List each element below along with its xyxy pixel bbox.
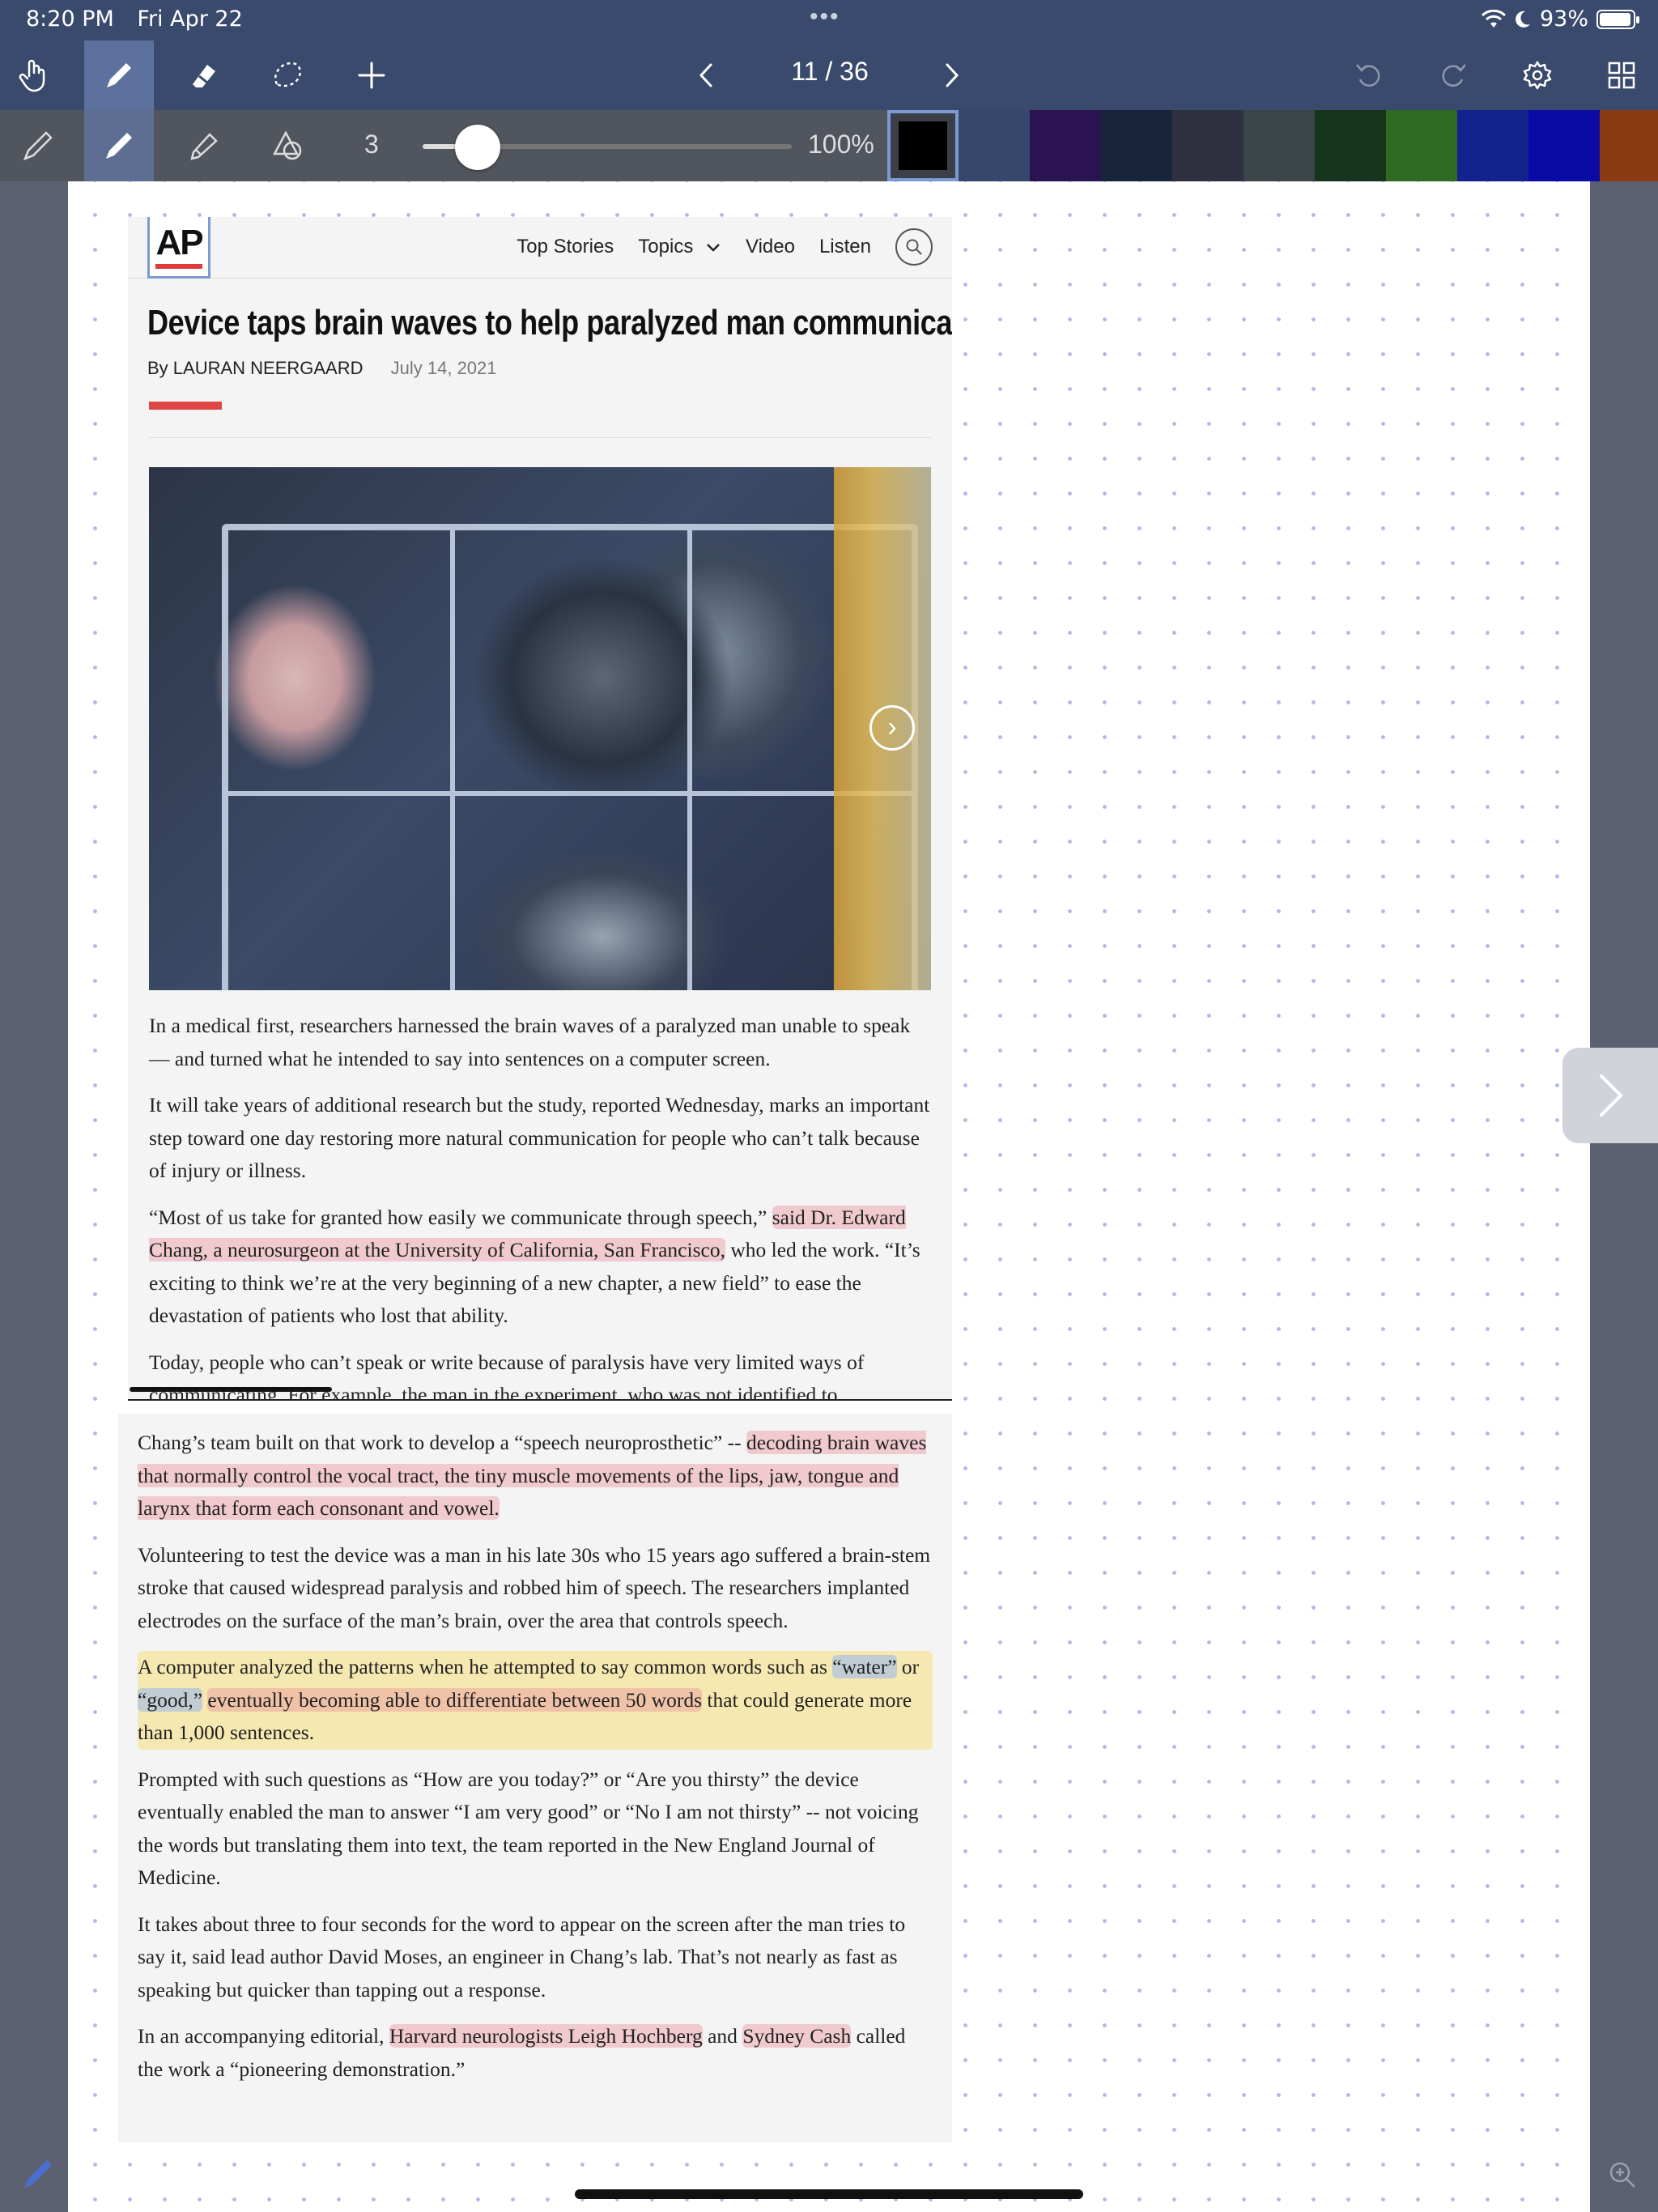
ballpoint-pen-button[interactable] bbox=[84, 110, 154, 181]
paragraph: Volunteering to test the device was a ma… bbox=[138, 1542, 931, 1632]
multitasking-dots[interactable]: ••• bbox=[810, 3, 840, 31]
color-swatch[interactable] bbox=[1030, 110, 1101, 181]
color-swatch[interactable] bbox=[959, 110, 1030, 181]
nav-video[interactable]: Video bbox=[746, 236, 795, 258]
opacity-value[interactable]: 100% bbox=[808, 130, 874, 160]
side-panel-tab[interactable] bbox=[1562, 1048, 1658, 1143]
article-body-2: Chang’s team built on that work to devel… bbox=[118, 1414, 952, 2086]
chevron-left-icon bbox=[699, 63, 712, 87]
ballpoint-pen-icon bbox=[106, 133, 132, 159]
paragraph: It will take years of additional researc… bbox=[149, 1093, 930, 1182]
article-photo: › bbox=[149, 467, 931, 990]
hand-tool-button[interactable] bbox=[0, 40, 70, 110]
plus-icon bbox=[358, 62, 385, 89]
color-swatch[interactable] bbox=[1457, 110, 1528, 181]
app-toolbar: 8:20 PM Fri Apr 22 ••• 93% 11 / 36 bbox=[0, 0, 1658, 110]
color-swatch[interactable] bbox=[887, 110, 959, 181]
ap-navbar: AP Top Stories Topics Video Listen bbox=[128, 217, 952, 279]
author: By LAURAN NEERGAARD bbox=[147, 358, 363, 378]
undo-icon bbox=[1356, 64, 1380, 87]
highlight-pink: eventually becoming able to differentiat… bbox=[207, 1687, 702, 1712]
slider-knob[interactable] bbox=[455, 125, 501, 170]
color-swatch[interactable] bbox=[1600, 110, 1658, 181]
lasso-tool-button[interactable] bbox=[253, 40, 322, 110]
photo-next-button[interactable]: › bbox=[869, 705, 915, 751]
shapes-button[interactable] bbox=[253, 110, 322, 181]
add-tool-button[interactable] bbox=[337, 40, 406, 110]
highlight-pink: Harvard neurologists Leigh Hochberg bbox=[389, 2024, 703, 2048]
ink-stroke bbox=[130, 1387, 332, 1392]
chevron-right-icon bbox=[946, 63, 959, 87]
fountain-pen-button[interactable] bbox=[3, 110, 73, 181]
color-swatch[interactable] bbox=[1315, 110, 1386, 181]
grid-icon bbox=[1608, 62, 1635, 89]
fountain-pen-icon bbox=[23, 131, 53, 161]
paragraph: A computer analyzed the patterns when he… bbox=[138, 1651, 933, 1750]
highlighter-icon bbox=[190, 133, 218, 160]
accent-bar bbox=[149, 402, 222, 410]
eraser-icon bbox=[193, 65, 215, 87]
clipping-edge bbox=[128, 1399, 952, 1401]
search-button[interactable] bbox=[895, 228, 933, 266]
ap-logo: AP bbox=[147, 217, 210, 279]
article-headline: Device taps brain waves to help paralyze… bbox=[147, 303, 952, 342]
nav-top-stories[interactable]: Top Stories bbox=[517, 236, 614, 258]
pen-size-value: 3 bbox=[364, 130, 379, 159]
paragraph: Chang’s team built on that work to devel… bbox=[138, 1431, 927, 1520]
color-swatch[interactable] bbox=[1244, 110, 1315, 181]
paragraph: In an accompanying editorial, Harvard ne… bbox=[138, 2024, 906, 2081]
paragraph: In a medical first, researchers harnesse… bbox=[149, 1014, 911, 1070]
gear-icon bbox=[1523, 61, 1552, 90]
highlight-blue: “good,” bbox=[138, 1687, 203, 1712]
undo-button[interactable] bbox=[1334, 40, 1404, 110]
highlighter-button[interactable] bbox=[168, 110, 238, 181]
pen-icon bbox=[107, 63, 131, 87]
redo-icon bbox=[1442, 64, 1466, 87]
ap-nav-items: Top Stories Topics Video Listen bbox=[517, 228, 933, 266]
paragraph: It takes about three to four seconds for… bbox=[138, 1912, 906, 2001]
nav-topics[interactable]: Topics bbox=[638, 236, 721, 258]
highlight-blue: “water” bbox=[832, 1655, 897, 1678]
publish-date: July 14, 2021 bbox=[390, 358, 497, 378]
status-time: 8:20 PM bbox=[26, 6, 114, 32]
article-body-1: In a medical first, researchers harnesse… bbox=[149, 1010, 931, 1399]
search-icon bbox=[906, 239, 922, 255]
article-clipping-2[interactable]: Chang’s team built on that work to devel… bbox=[118, 1414, 952, 2142]
lasso-icon bbox=[274, 62, 302, 87]
moon-icon bbox=[1516, 11, 1530, 28]
previous-page-button[interactable] bbox=[672, 40, 742, 110]
status-date: Fri Apr 22 bbox=[137, 6, 243, 32]
eraser-tool-button[interactable] bbox=[168, 40, 238, 110]
page-indicator[interactable]: 11 / 36 bbox=[777, 57, 882, 87]
shapes-icon bbox=[272, 130, 302, 160]
status-indicators: 93% bbox=[1481, 6, 1639, 32]
pen-tool-button[interactable] bbox=[84, 40, 154, 110]
divider bbox=[149, 437, 931, 438]
color-swatch[interactable] bbox=[1528, 110, 1600, 181]
battery-percent: 93% bbox=[1539, 6, 1588, 32]
color-swatch[interactable] bbox=[1172, 110, 1244, 181]
status-time-date: 8:20 PM Fri Apr 22 bbox=[26, 6, 259, 32]
wifi-icon bbox=[1481, 9, 1506, 28]
highlight-pink: Sydney Cash bbox=[742, 2024, 852, 2048]
article-byline: By LAURAN NEERGAARD July 14, 2021 bbox=[147, 358, 933, 379]
hand-icon bbox=[19, 59, 45, 92]
pen-shortcut-icon[interactable] bbox=[19, 2154, 58, 2193]
pen-settings-bar: 3 100% bbox=[0, 110, 1658, 181]
color-swatch[interactable] bbox=[1101, 110, 1172, 181]
color-swatch[interactable] bbox=[1386, 110, 1457, 181]
zoom-icon[interactable] bbox=[1606, 2159, 1639, 2191]
nav-listen[interactable]: Listen bbox=[819, 236, 871, 258]
redo-button[interactable] bbox=[1418, 40, 1488, 110]
chevron-right-icon bbox=[1600, 1074, 1623, 1117]
paragraph: “Most of us take for granted how easily … bbox=[149, 1205, 920, 1327]
settings-button[interactable] bbox=[1503, 40, 1572, 110]
page-grid-button[interactable] bbox=[1587, 40, 1656, 110]
article-clipping-1[interactable]: AP Top Stories Topics Video Listen Devic… bbox=[128, 217, 952, 1399]
next-page-button[interactable] bbox=[916, 40, 986, 110]
paragraph: Prompted with such questions as “How are… bbox=[138, 1767, 919, 1890]
chevron-down-icon bbox=[707, 244, 720, 252]
battery-icon bbox=[1596, 9, 1639, 29]
home-indicator[interactable] bbox=[575, 2189, 1083, 2199]
